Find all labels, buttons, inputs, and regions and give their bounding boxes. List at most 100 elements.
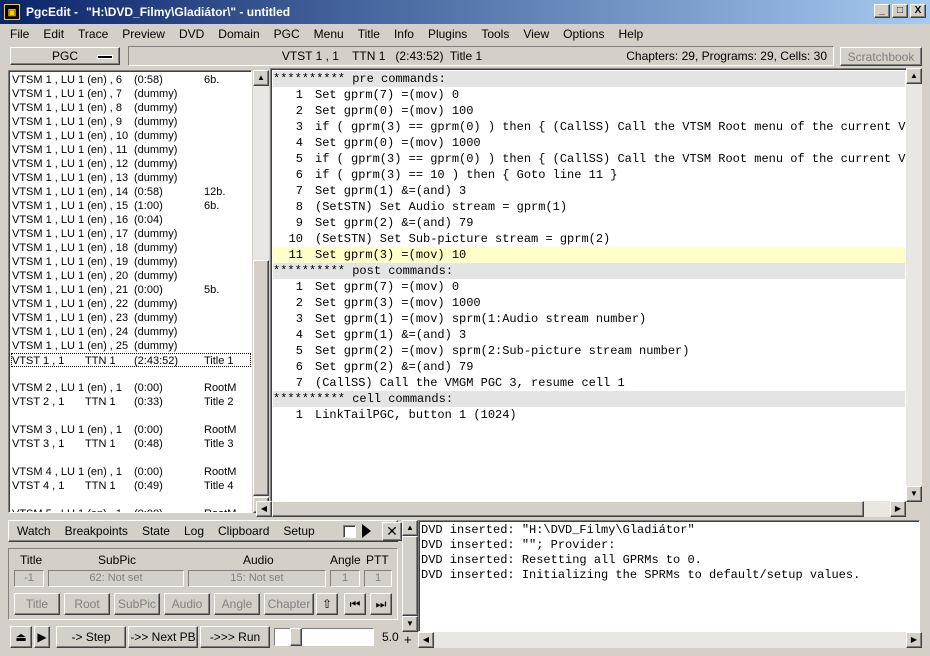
command-line[interactable]: 6 Set gprm(2) &=(and) 79 (273, 359, 905, 375)
scroll-left-icon[interactable]: ◀ (418, 632, 434, 648)
minimize-button[interactable]: _ (874, 4, 890, 18)
close-icon[interactable]: ✕ (382, 522, 402, 541)
next-icon[interactable]: ⏭ (370, 593, 392, 615)
menu-item-view[interactable]: View (516, 27, 556, 41)
close-button[interactable]: X (910, 4, 926, 18)
command-line[interactable]: 1 Set gprm(7) =(mov) 0 (273, 279, 905, 295)
pgc-extra: 6b. (204, 200, 220, 212)
pgc-duration: (0:04) (134, 214, 163, 226)
speed-slider[interactable] (274, 628, 374, 646)
menu-item-file[interactable]: File (3, 27, 36, 41)
command-line[interactable]: 6 if ( gprm(3) == 10 ) then { Goto line 1… (273, 167, 905, 183)
play-icon[interactable] (362, 524, 371, 538)
command-line[interactable]: 4 Set gprm(1) &=(and) 3 (273, 327, 905, 343)
command-line[interactable]: 7 Set gprm(1) &=(and) 3 (273, 183, 905, 199)
log-scroll-thumb[interactable] (402, 536, 418, 616)
tab-breakpoints[interactable]: Breakpoints (57, 524, 134, 538)
tab-watch[interactable]: Watch (9, 524, 57, 538)
step-button[interactable]: -> Step (56, 626, 126, 648)
menu-item-info[interactable]: Info (387, 27, 421, 41)
scroll-down-icon[interactable]: ▼ (906, 486, 922, 502)
scroll-up-icon[interactable]: ▲ (402, 520, 418, 536)
command-line[interactable]: 10 (SetSTN) Set Sub-picture stream = gprm… (273, 231, 905, 247)
menu-item-preview[interactable]: Preview (115, 27, 172, 41)
log-pane[interactable]: DVD inserted: "H:\DVD_Filmy\Gladiátor" DV… (418, 520, 920, 632)
code-scrollbar[interactable]: ▲ ▼ (906, 68, 922, 502)
command-line[interactable]: 3 Set gprm(1) =(mov) sprm(1:Audio stream … (273, 311, 905, 327)
code-hscrollbar[interactable]: ◀ ▶ (256, 501, 906, 517)
command-line[interactable]: 8 (SetSTN) Set Audio stream = gprm(1) (273, 199, 905, 215)
scroll-right-icon[interactable]: ▶ (906, 632, 922, 648)
tab-state[interactable]: State (134, 524, 176, 538)
section-header[interactable]: ********** cell commands: (273, 391, 905, 407)
log-line: DVD inserted: ""; Provider: (421, 538, 616, 552)
menu-item-title[interactable]: Title (351, 27, 387, 41)
command-line[interactable]: 7 (CallSS) Call the VMGM PGC 3, resume ce… (273, 375, 905, 391)
root-menu-button[interactable]: Root (64, 593, 110, 615)
tree-scrollbar[interactable]: ▲ ▼ (253, 70, 269, 513)
menu-item-pgc[interactable]: PGC (267, 27, 307, 41)
menu-item-help[interactable]: Help (611, 27, 650, 41)
scratchbook-button[interactable]: Scratchbook (840, 47, 922, 66)
chapter-menu-button[interactable]: Chapter (264, 593, 314, 615)
eject-icon[interactable]: ⏏ (10, 626, 32, 648)
pgc-tree[interactable]: VTSM 1 , LU 1 (en) , 6 (0:58) 6b. VTSM 1 , … (8, 70, 252, 513)
pgc-duration: (0:00) (134, 284, 163, 296)
log-line: DVD inserted: "H:\DVD_Filmy\Gladiátor" (421, 523, 695, 537)
command-line[interactable]: 1 LinkTailPGC, button 1 (1024) (273, 407, 905, 423)
command-line[interactable]: 1 Set gprm(7) =(mov) 0 (273, 87, 905, 103)
audio-menu-button[interactable]: Audio (164, 593, 210, 615)
next-pb-button[interactable]: ->> Next PB (128, 626, 198, 648)
menu-item-plugins[interactable]: Plugins (421, 27, 474, 41)
speed-slider-thumb[interactable] (290, 628, 302, 646)
code-hscroll-thumb[interactable] (272, 501, 864, 517)
command-line[interactable]: 5 if ( gprm(3) == gprm(0) ) then { (CallS… (273, 151, 920, 167)
scroll-down-icon[interactable]: ▼ (402, 616, 418, 632)
menu-item-domain[interactable]: Domain (211, 27, 266, 41)
checkbox[interactable] (343, 525, 356, 538)
pgc-selector-button[interactable]: PGC (10, 47, 120, 65)
zoom-plus-icon[interactable]: + (404, 632, 412, 647)
command-line[interactable]: 11 Set gprm(3) =(mov) 10 (273, 247, 905, 263)
menu-item-dvd[interactable]: DVD (172, 27, 211, 41)
menu-item-edit[interactable]: Edit (36, 27, 71, 41)
command-line[interactable]: 2 Set gprm(3) =(mov) 1000 (273, 295, 905, 311)
command-line[interactable]: 2 Set gprm(0) =(mov) 100 (273, 103, 905, 119)
scroll-left-icon[interactable]: ◀ (256, 501, 272, 517)
tab-setup[interactable]: Setup (275, 524, 320, 538)
command-editor[interactable]: ********** pre commands: 1 Set gprm(7) =(m… (270, 68, 922, 502)
command-line[interactable]: 9 Set gprm(2) &=(and) 79 (273, 215, 905, 231)
app-icon: ▣ (4, 4, 20, 20)
angle-menu-button[interactable]: Angle (214, 593, 260, 615)
scroll-right-icon[interactable]: ▶ (890, 501, 906, 517)
log-scrollbar[interactable]: ▲ ▼ (402, 520, 418, 632)
scroll-up-icon[interactable]: ▲ (906, 68, 922, 84)
menu-item-tools[interactable]: Tools (474, 27, 516, 41)
up-arrow-icon[interactable]: ⇧ (316, 593, 338, 615)
subpic-menu-button[interactable]: SubPic (114, 593, 160, 615)
section-header[interactable]: ********** post commands: (273, 263, 905, 279)
title-value: -1 (14, 570, 44, 587)
section-header[interactable]: ********** pre commands: (273, 71, 905, 87)
tree-scroll-thumb[interactable] (253, 260, 269, 496)
previous-icon[interactable]: ⏮ (344, 593, 366, 615)
menu-item-menu[interactable]: Menu (307, 27, 351, 41)
command-line[interactable]: 5 Set gprm(2) =(mov) sprm(2:Sub-picture s… (273, 343, 905, 359)
title-menu-button[interactable]: Title (14, 593, 60, 615)
command-text: (SetSTN) Set Sub-picture stream = gprm(2… (315, 232, 611, 246)
tree-row[interactable]: VTST 1 , 1 TTN 1 (2:43:52) Title 1 (11, 353, 251, 367)
pgc-duration: (dummy) (134, 242, 178, 254)
menu-item-options[interactable]: Options (556, 27, 611, 41)
pgc-duration: (dummy) (134, 326, 178, 338)
maximize-button[interactable]: □ (892, 4, 908, 18)
play-small-icon[interactable]: ▶ (34, 626, 50, 648)
scroll-up-icon[interactable]: ▲ (253, 70, 269, 86)
tab-clipboard[interactable]: Clipboard (210, 524, 275, 538)
line-number: 6 (295, 360, 303, 374)
command-line[interactable]: 3 if ( gprm(3) == gprm(0) ) then { (CallS… (273, 119, 920, 135)
menu-item-trace[interactable]: Trace (71, 27, 115, 41)
command-line[interactable]: 4 Set gprm(0) =(mov) 1000 (273, 135, 905, 151)
log-hscrollbar[interactable]: ◀ ▶ (418, 632, 922, 648)
run-button[interactable]: ->>> Run (200, 626, 270, 648)
tab-log[interactable]: Log (176, 524, 210, 538)
